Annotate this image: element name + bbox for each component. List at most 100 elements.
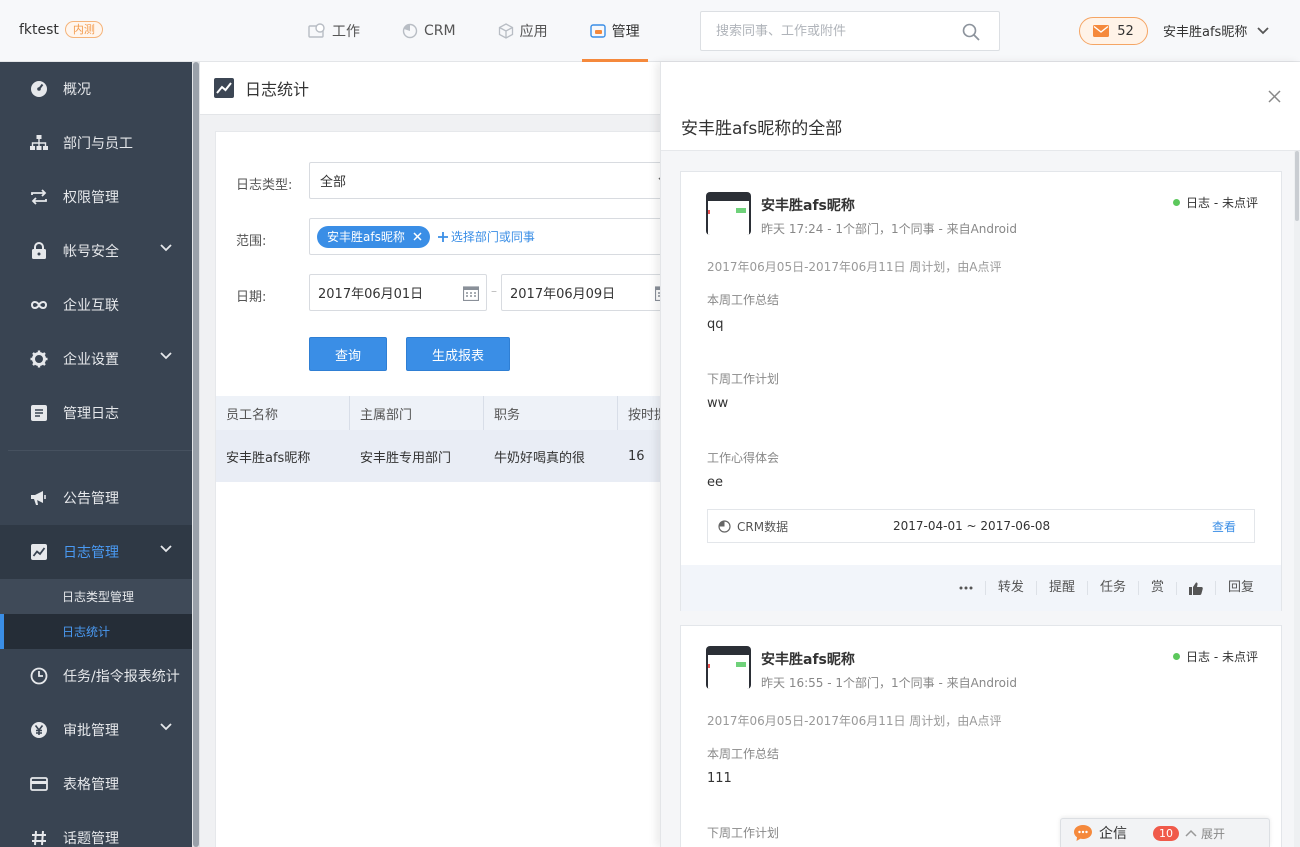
sidebar-subitem-log-types[interactable]: 日志类型管理 bbox=[0, 579, 192, 614]
query-button[interactable]: 查询 bbox=[309, 337, 387, 371]
calendar-icon[interactable] bbox=[463, 285, 479, 301]
date-start-input[interactable]: 2017年06月01日 bbox=[309, 274, 487, 311]
column-header-position[interactable]: 职务 bbox=[484, 396, 618, 430]
reply-button[interactable]: 回复 bbox=[1214, 581, 1266, 595]
sidebar-item-label: 概况 bbox=[63, 82, 91, 98]
scope-picker[interactable]: 安丰胜afs昵称 选择部门或同事 bbox=[309, 218, 679, 255]
status-label: 日志 - 未点评 bbox=[1186, 650, 1258, 664]
global-search bbox=[700, 11, 1000, 51]
sidebar-item-permissions[interactable]: 权限管理 bbox=[0, 170, 192, 224]
messages-button[interactable]: 52 bbox=[1079, 17, 1148, 45]
brand[interactable]: fktest 内测 bbox=[19, 21, 103, 38]
log-card: 安丰胜afs昵称 昨天 17:24 - 1个部门，1个同事 - 来自Androi… bbox=[680, 171, 1282, 611]
chevron-up-icon bbox=[1185, 829, 1197, 837]
close-icon[interactable] bbox=[1268, 90, 1281, 103]
sidebar-item-account-security[interactable]: 帐号安全 bbox=[0, 224, 192, 278]
sidebar-item-company-settings[interactable]: 企业设置 bbox=[0, 332, 192, 386]
crm-icon bbox=[402, 23, 418, 39]
chat-unread-count: 10 bbox=[1153, 825, 1179, 841]
section-value: ee bbox=[707, 475, 723, 490]
sidebar-item-admin-log[interactable]: 管理日志 bbox=[0, 386, 192, 440]
page-title: 日志统计 bbox=[245, 80, 310, 99]
sidebar-scrollbar-thumb[interactable] bbox=[193, 62, 199, 847]
more-icon[interactable] bbox=[947, 586, 985, 590]
sidebar-subitem-label: 日志统计 bbox=[62, 625, 111, 639]
avatar[interactable] bbox=[706, 192, 751, 235]
beta-badge: 内测 bbox=[64, 21, 103, 38]
like-icon[interactable] bbox=[1175, 581, 1215, 595]
chevron-down-icon bbox=[1257, 26, 1269, 35]
user-menu[interactable]: 安丰胜afs昵称 bbox=[1163, 21, 1269, 40]
sidebar-item-label: 日志管理 bbox=[63, 545, 119, 561]
sidebar-item-log-management[interactable]: 日志管理 bbox=[0, 525, 192, 579]
date-separator: – bbox=[491, 284, 497, 298]
nav-apps[interactable]: 应用 bbox=[490, 0, 556, 62]
pie-chart-icon bbox=[718, 519, 731, 533]
sidebar-item-interconnect[interactable]: 企业互联 bbox=[0, 278, 192, 332]
filter-panel: 日志类型: 全部 范围: 安丰胜afs昵称 选择部门或同事 日期: 2017年0… bbox=[215, 131, 679, 847]
gear-icon bbox=[30, 350, 48, 368]
sidebar-scrollbar[interactable] bbox=[192, 62, 200, 847]
chevron-down-icon bbox=[160, 244, 172, 252]
sidebar-item-approvals[interactable]: 审批管理 bbox=[0, 703, 192, 757]
top-bar: fktest 内测 工作 CRM 应用 管理 52 安丰胜afs昵称 bbox=[0, 0, 1300, 62]
author-name[interactable]: 安丰胜afs昵称 bbox=[761, 195, 855, 215]
log-type-select[interactable]: 全部 bbox=[309, 162, 679, 199]
sidebar-item-topics[interactable]: 话题管理 bbox=[0, 811, 192, 847]
section-label: 工作心得体会 bbox=[707, 451, 780, 465]
lock-icon bbox=[30, 242, 48, 260]
section-value: 111 bbox=[707, 771, 732, 786]
table-header: 员工名称 主属部门 职务 按时提 bbox=[216, 396, 676, 430]
chart-line-icon bbox=[214, 78, 234, 98]
nav-crm[interactable]: CRM bbox=[394, 0, 464, 62]
hash-icon bbox=[30, 829, 48, 847]
avatar[interactable] bbox=[706, 646, 751, 689]
nav-apps-label: 应用 bbox=[519, 24, 548, 40]
messages-count: 52 bbox=[1117, 23, 1134, 39]
status-badge: 日志 - 未点评 bbox=[1173, 648, 1258, 665]
chat-widget[interactable]: 企信 10 展开 bbox=[1060, 818, 1270, 847]
scope-tag-label: 安丰胜afs昵称 bbox=[327, 230, 405, 244]
add-scope-link[interactable]: 选择部门或同事 bbox=[437, 228, 535, 245]
crm-data-box: CRM数据 2017-04-01 ~ 2017-06-08 查看 bbox=[707, 509, 1255, 543]
date-end-input[interactable]: 2017年06月09日 bbox=[501, 274, 679, 311]
generate-report-button[interactable]: 生成报表 bbox=[406, 337, 510, 371]
sidebar-item-label: 管理日志 bbox=[63, 406, 119, 422]
sidebar-subitem-label: 日志类型管理 bbox=[62, 590, 135, 604]
drawer-scrollbar-thumb[interactable] bbox=[1295, 151, 1299, 221]
table-row[interactable]: 安丰胜afs昵称 安丰胜专用部门 牛奶好喝真的很 16 bbox=[216, 430, 676, 482]
sidebar-item-announcements[interactable]: 公告管理 bbox=[0, 471, 192, 525]
remind-button[interactable]: 提醒 bbox=[1035, 581, 1087, 595]
search-icon[interactable] bbox=[962, 23, 980, 41]
reward-button[interactable]: 赏 bbox=[1137, 581, 1176, 595]
sidebar-item-task-report[interactable]: 任务/指令报表统计 bbox=[0, 649, 192, 703]
sidebar: 概况 部门与员工 权限管理 帐号安全 企业互联 企业设置 管理日志 公告管理 日… bbox=[0, 62, 192, 847]
author-name[interactable]: 安丰胜afs昵称 bbox=[761, 649, 855, 669]
task-button[interactable]: 任务 bbox=[1086, 581, 1138, 595]
search-input[interactable] bbox=[701, 12, 941, 50]
chevron-down-icon bbox=[160, 723, 172, 731]
close-icon[interactable] bbox=[413, 232, 422, 241]
sidebar-item-departments[interactable]: 部门与员工 bbox=[0, 116, 192, 170]
sidebar-item-label: 表格管理 bbox=[63, 777, 119, 793]
cell-position: 牛奶好喝真的很 bbox=[494, 450, 586, 466]
date-end-value: 2017年06月09日 bbox=[510, 287, 616, 302]
drawer-scrollbar[interactable] bbox=[1294, 151, 1300, 847]
crm-view-link[interactable]: 查看 bbox=[1212, 518, 1236, 535]
column-header-name[interactable]: 员工名称 bbox=[216, 396, 350, 430]
crm-data-label: CRM数据 bbox=[737, 519, 789, 534]
sidebar-subitem-log-stats[interactable]: 日志统计 bbox=[0, 614, 192, 649]
log-card: 安丰胜afs昵称 昨天 16:55 - 1个部门，1个同事 - 来自Androi… bbox=[680, 625, 1282, 847]
manage-icon bbox=[589, 24, 606, 38]
forward-button[interactable]: 转发 bbox=[984, 581, 1036, 595]
chat-expand[interactable]: 展开 bbox=[1185, 825, 1225, 842]
sidebar-item-label: 任务/指令报表统计 bbox=[63, 669, 180, 685]
nav-work[interactable]: 工作 bbox=[300, 0, 368, 62]
post-meta: 昨天 17:24 - 1个部门，1个同事 - 来自Android bbox=[761, 222, 1017, 236]
sidebar-item-label: 企业互联 bbox=[63, 298, 119, 314]
sidebar-item-overview[interactable]: 概况 bbox=[0, 62, 192, 116]
sidebar-item-forms[interactable]: 表格管理 bbox=[0, 757, 192, 811]
section-label: 本周工作总结 bbox=[707, 293, 780, 307]
column-header-department[interactable]: 主属部门 bbox=[350, 396, 484, 430]
nav-manage[interactable]: 管理 bbox=[581, 0, 648, 62]
